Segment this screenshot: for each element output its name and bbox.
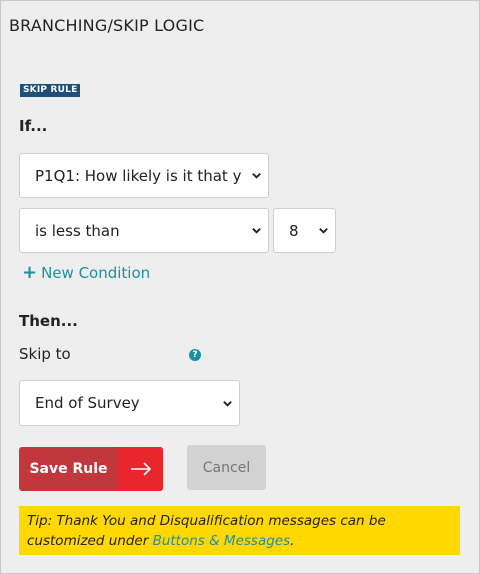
tip-box: Tip: Thank You and Disqualification mess… (19, 506, 460, 555)
skip-to-label: Skip to (19, 345, 71, 363)
question-select-value: P1Q1: How likely is it that y (35, 166, 242, 185)
chevron-down-icon (319, 228, 328, 234)
skip-rule-badge: SKIP RULE (20, 84, 81, 97)
save-rule-button[interactable]: Save Rule (19, 447, 163, 491)
chevron-down-icon (252, 228, 261, 234)
tip-suffix: . (290, 533, 295, 549)
cancel-button[interactable]: Cancel (187, 445, 266, 490)
new-condition-link[interactable]: + New Condition (22, 262, 151, 283)
if-label: If... (19, 117, 48, 135)
operator-select-value: is less than (35, 221, 120, 240)
buttons-messages-link[interactable]: Buttons & Messages (153, 533, 291, 549)
value-select[interactable]: 8 (273, 208, 336, 253)
skip-target-select[interactable]: End of Survey (19, 380, 240, 426)
skip-logic-panel: BRANCHING/SKIP LOGIC SKIP RULE If... P1Q… (0, 0, 480, 574)
plus-icon: + (22, 262, 38, 283)
help-icon[interactable]: ? (189, 349, 201, 361)
arrow-right-icon (118, 447, 163, 491)
then-label: Then... (19, 312, 78, 330)
chevron-down-icon (252, 173, 261, 179)
value-select-value: 8 (289, 221, 299, 240)
operator-select[interactable]: is less than (19, 208, 269, 253)
question-select[interactable]: P1Q1: How likely is it that y (19, 153, 269, 198)
chevron-down-icon (223, 400, 232, 407)
new-condition-label: New Condition (41, 264, 151, 282)
skip-target-value: End of Survey (35, 394, 140, 412)
panel-title: BRANCHING/SKIP LOGIC (9, 16, 205, 35)
save-rule-label: Save Rule (29, 461, 108, 477)
